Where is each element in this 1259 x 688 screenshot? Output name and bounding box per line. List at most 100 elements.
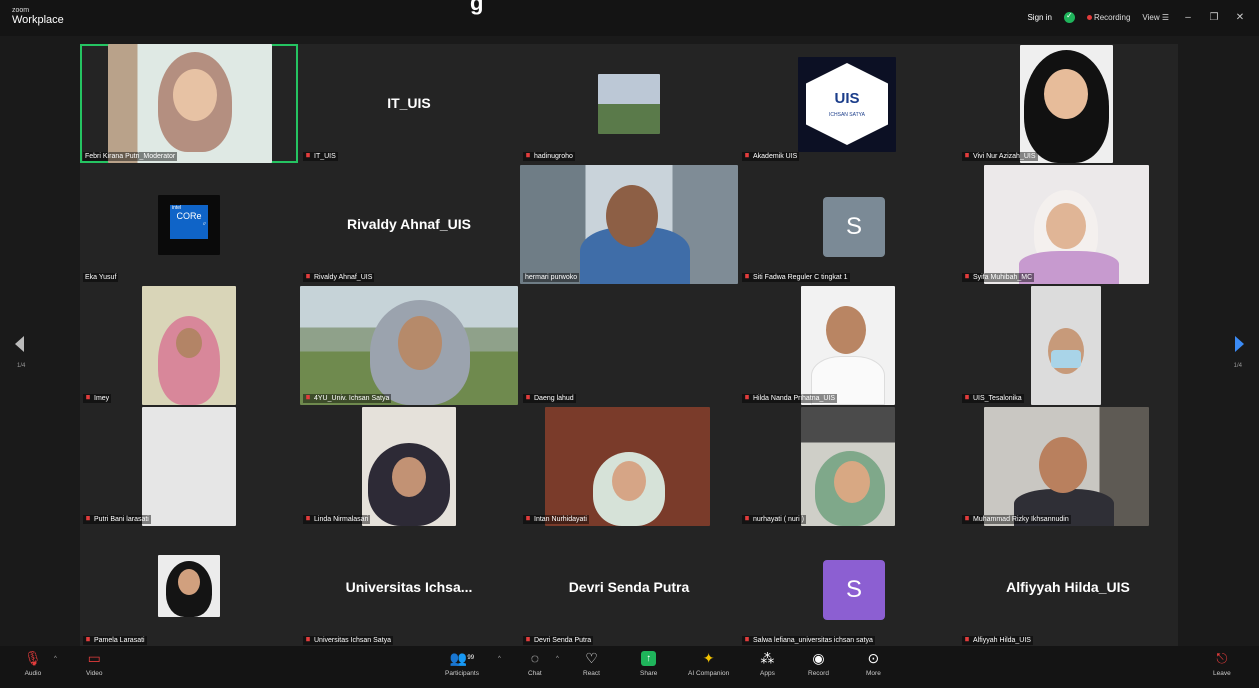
video-off-icon: ▭	[87, 650, 101, 666]
mic-muted-icon	[965, 637, 969, 642]
react-label: React	[583, 670, 600, 677]
audio-options-chevron-icon[interactable]: ^	[54, 656, 57, 662]
participant-tile[interactable]: nurhayati ( nuri )	[739, 407, 957, 526]
brand-name: Workplace	[12, 14, 64, 26]
participant-name: 4YU_Univ. Ichsan Satya	[303, 394, 392, 403]
chat-options-chevron-icon[interactable]: ^	[556, 656, 559, 662]
participant-name: Pamela Larasati	[83, 636, 147, 645]
view-button[interactable]: View ☰	[1142, 13, 1169, 22]
gallery-view: Febri Kirana Putri_Moderator IT_UIS IT_U…	[80, 44, 1178, 647]
mic-muted-icon	[965, 516, 969, 521]
chat-button[interactable]: ◌ Chat	[528, 650, 542, 677]
participant-name: Linda Nirmalasari	[303, 515, 371, 524]
sparkle-icon: ✦	[702, 650, 715, 666]
participant-tile[interactable]: Muhammad Rizky Ikhsannudin	[959, 407, 1177, 526]
participant-tile[interactable]: Devri Senda Putra Devri Senda Putra	[520, 528, 738, 647]
participant-tile[interactable]: UIS_Tesalonika	[959, 286, 1177, 405]
leave-label: Leave	[1213, 670, 1231, 677]
mic-muted-icon	[526, 153, 530, 158]
mic-muted-icon	[965, 153, 969, 158]
participant-name: Daeng lahud	[523, 394, 576, 403]
participant-name: Rivaldy Ahnaf_UIS	[303, 273, 375, 282]
participants-icon: 👥99	[449, 650, 475, 666]
participant-tile[interactable]: UIS ICHSAN SATYA Akademik UIS	[739, 44, 957, 163]
restore-button[interactable]: ❐	[1207, 12, 1221, 23]
participant-tile[interactable]: hadinugroho	[520, 44, 738, 163]
participant-tile[interactable]: Daeng lahud	[520, 286, 738, 405]
participant-tile[interactable]: hermari purwoko	[520, 165, 738, 284]
video-face	[392, 457, 426, 497]
mic-muted-icon	[86, 637, 90, 642]
participant-name: Vivi Nur Azizah_UIS	[962, 152, 1038, 161]
video-face	[1044, 69, 1088, 119]
ai-companion-label: AI Companion	[688, 670, 730, 677]
mic-muted-icon	[745, 153, 749, 158]
record-button[interactable]: ◉ Record	[808, 650, 829, 677]
next-page-arrow-icon[interactable]	[1235, 336, 1244, 352]
avatar-initial: S	[823, 560, 885, 620]
recording-indicator[interactable]: Recording	[1086, 13, 1130, 22]
participant-name: Salwa lefiana_universitas ichsan satya	[742, 636, 875, 645]
participants-options-chevron-icon[interactable]: ^	[498, 656, 501, 662]
face-mask	[1051, 350, 1081, 368]
apps-button[interactable]: ⁂ Apps	[760, 650, 775, 677]
participant-tile[interactable]: intel CORe i7 Eka Yusuf	[80, 165, 298, 284]
page-indicator-left: 1/4	[17, 363, 26, 369]
mic-muted-icon	[745, 637, 749, 642]
video-face	[834, 461, 870, 503]
participant-tile[interactable]: Intan Nurhidayati	[520, 407, 738, 526]
security-shield-icon[interactable]	[1063, 11, 1075, 23]
video-face	[606, 185, 658, 247]
title-bar: zoom Workplace g Sign in Recording View …	[0, 0, 1259, 36]
participant-tile[interactable]: S Salwa lefiana_universitas ichsan satya	[739, 528, 957, 647]
participant-display-name: Alfiyyah Hilda_UIS	[1006, 578, 1130, 595]
share-label: Share	[640, 670, 658, 677]
minimize-button[interactable]: –	[1181, 12, 1195, 23]
participant-name: Devri Senda Putra	[523, 636, 594, 645]
participant-tile[interactable]: Imey	[80, 286, 298, 405]
participant-tile[interactable]: Hilda Nanda Prihatna_UIS	[739, 286, 957, 405]
participant-tile[interactable]: IT_UIS IT_UIS	[300, 44, 518, 163]
previous-page-arrow-icon[interactable]	[15, 336, 24, 352]
ai-companion-button[interactable]: ✦ AI Companion	[688, 650, 729, 677]
participant-tile[interactable]: Rivaldy Ahnaf_UIS Rivaldy Ahnaf_UIS	[300, 165, 518, 284]
meeting-toolbar: 🎙 Audio ^ ▭ Video 👥99 Participants ^ ◌ C…	[0, 646, 1259, 688]
participant-tile[interactable]: Putri Bani larasati	[80, 407, 298, 526]
participant-tile[interactable]: S Siti Fadwa Reguler C tingkat 1	[739, 165, 957, 284]
participant-tile[interactable]: Syifa Muhibah_MC	[959, 165, 1177, 284]
mic-muted-icon: 🎙	[24, 650, 42, 666]
participant-name: Muhammad Rizky Ikhsannudin	[962, 515, 1071, 524]
participant-tile[interactable]: Pamela Larasati	[80, 528, 298, 647]
share-screen-icon: ↑	[641, 651, 657, 666]
leave-button[interactable]: ⎋ Leave	[1213, 650, 1231, 677]
participant-tile[interactable]: Universitas Ichsa... Universitas Ichsan …	[300, 528, 518, 647]
share-button[interactable]: ↑ Share	[640, 650, 657, 677]
record-icon: ◉	[812, 650, 825, 666]
video-face	[176, 328, 202, 358]
apps-icon: ⁂	[760, 650, 775, 666]
title-bar-controls: Sign in Recording View ☰ – ❐ ✕	[1027, 11, 1247, 23]
recording-dot-icon	[1086, 15, 1092, 20]
audio-button[interactable]: 🎙 Audio	[24, 650, 42, 677]
participant-name: nurhayati ( nuri )	[742, 515, 806, 524]
close-button[interactable]: ✕	[1233, 12, 1247, 23]
participant-tile[interactable]: Linda Nirmalasari	[300, 407, 518, 526]
video-label: Video	[86, 670, 103, 677]
avatar-initial: S	[823, 197, 885, 257]
participant-tile[interactable]: Vivi Nur Azizah_UIS	[959, 44, 1177, 163]
participant-display-name: Devri Senda Putra	[568, 578, 690, 595]
participant-tile[interactable]: Alfiyyah Hilda_UIS Alfiyyah Hilda_UIS	[959, 528, 1177, 647]
more-button[interactable]: ⊙ More	[866, 650, 881, 677]
react-button[interactable]: ♡ React	[583, 650, 600, 677]
participant-tile[interactable]: 4YU_Univ. Ichsan Satya	[300, 286, 518, 405]
sign-in-button[interactable]: Sign in	[1027, 13, 1051, 22]
participant-name: UIS_Tesalonika	[962, 394, 1024, 403]
video-button[interactable]: ▭ Video	[86, 650, 103, 677]
page-indicator-right: 1/4	[1233, 363, 1242, 369]
heart-icon: ♡	[585, 650, 598, 666]
participant-name: Alfiyyah Hilda_UIS	[962, 636, 1033, 645]
participants-button[interactable]: 👥99 Participants	[445, 650, 479, 677]
participant-name: IT_UIS	[303, 152, 338, 161]
participant-tile[interactable]: Febri Kirana Putri_Moderator	[80, 44, 298, 163]
participant-name: Eka Yusuf	[83, 273, 119, 282]
